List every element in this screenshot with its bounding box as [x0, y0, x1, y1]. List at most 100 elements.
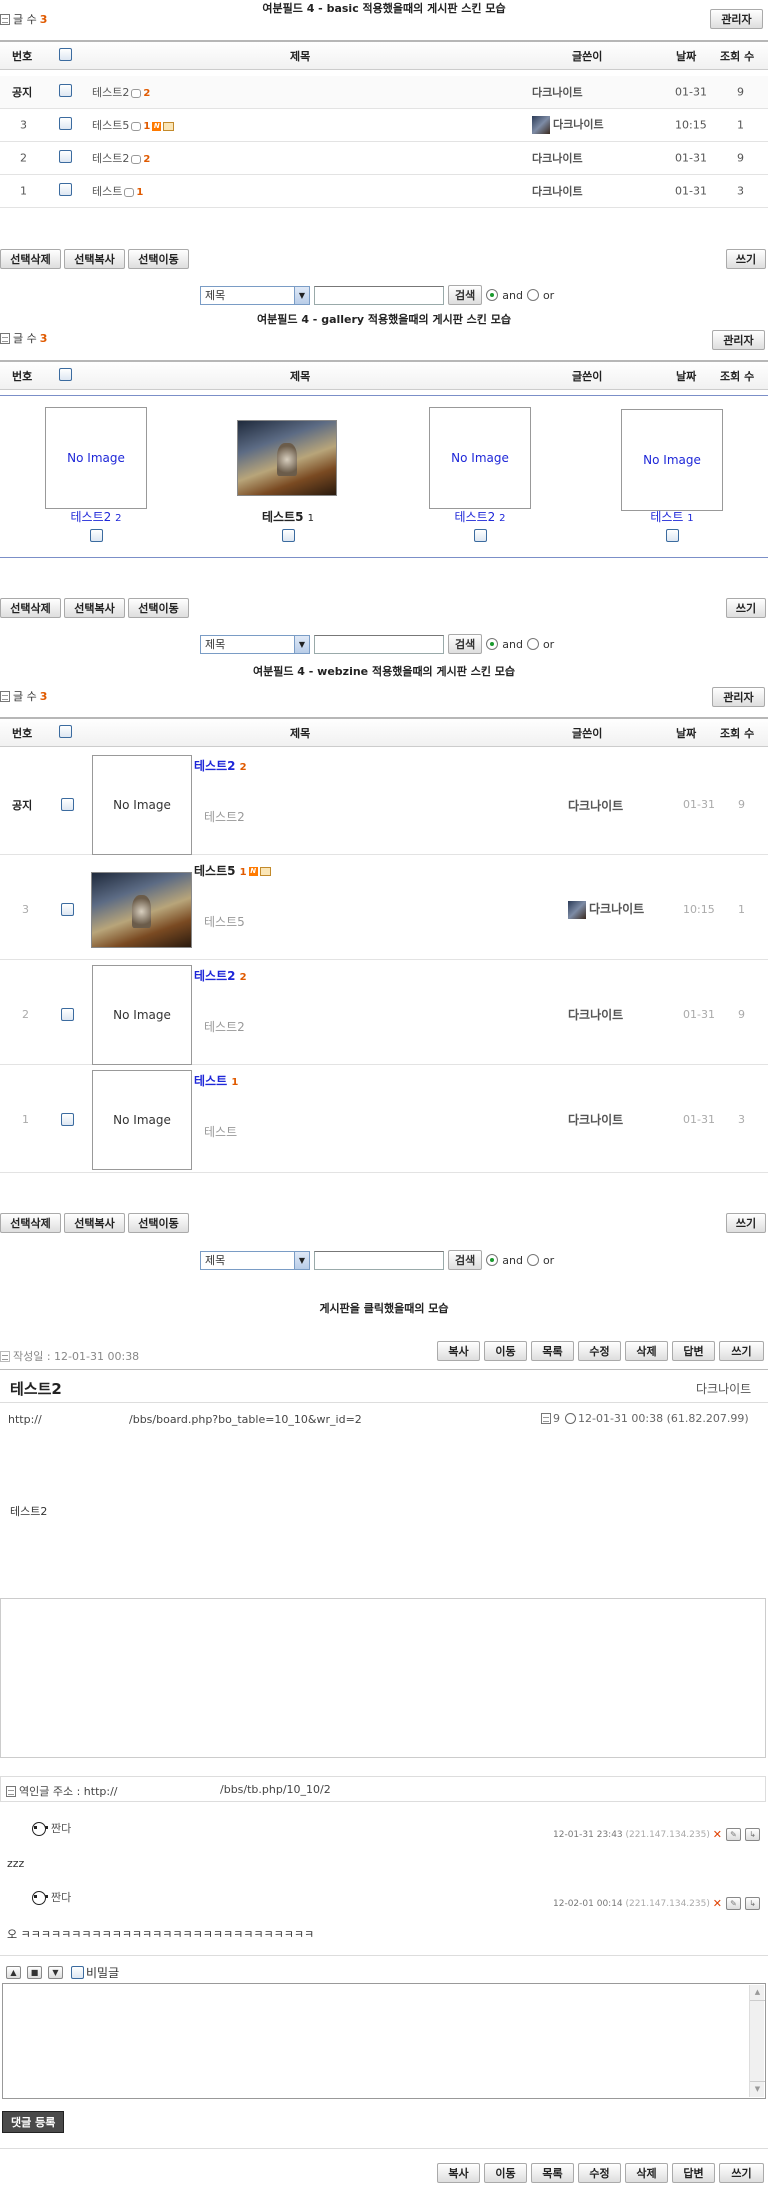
shrink-icon[interactable]: ▲	[6, 1966, 21, 1979]
move-selected-button[interactable]: 선택이동	[128, 598, 189, 618]
delete-selected-button[interactable]: 선택삭제	[0, 249, 61, 269]
search-input[interactable]	[314, 285, 444, 305]
search-button[interactable]: 검색	[448, 634, 483, 654]
post-thumbnail[interactable]: No Image	[92, 1070, 192, 1170]
edit-button[interactable]: 수정	[578, 2163, 621, 2183]
or-radio[interactable]	[526, 1254, 539, 1266]
edit-comment-icon[interactable]: ✎	[725, 1897, 741, 1910]
copy-selected-button[interactable]: 선택복사	[64, 249, 125, 269]
writer-name[interactable]: 다크나이트	[532, 183, 583, 199]
search-field-select[interactable]: 제목 ▼	[200, 634, 310, 654]
submit-comment-button[interactable]: 댓글 등록	[2, 2111, 65, 2133]
post-link[interactable]: 테스트5 1N	[194, 862, 271, 879]
row-checkbox[interactable]	[61, 1113, 74, 1129]
post-link-right[interactable]: /bbs/board.php?bo_table=10_10&wr_id=2	[129, 1413, 362, 1426]
list-button[interactable]: 목록	[531, 1341, 574, 1361]
post-link[interactable]: 테스트5 1 N	[92, 117, 175, 133]
and-radio[interactable]	[486, 1254, 499, 1266]
gallery-thumbnail[interactable]: No Image	[45, 407, 147, 509]
or-radio[interactable]	[526, 289, 539, 301]
gallery-thumbnail[interactable]: No Image	[429, 407, 531, 509]
delete-button[interactable]: 삭제	[625, 1341, 668, 1361]
select-all-checkbox[interactable]	[59, 367, 72, 384]
post-link[interactable]: 테스트2 2	[194, 757, 247, 774]
row-checkbox[interactable]	[59, 117, 72, 133]
move-selected-button[interactable]: 선택이동	[128, 1213, 189, 1233]
reply-comment-icon[interactable]: ↳	[744, 1828, 760, 1841]
write-button[interactable]: 쓰기	[719, 1341, 764, 1361]
row-checkbox[interactable]	[59, 84, 72, 100]
reply-button[interactable]: 답변	[672, 2163, 715, 2183]
row-checkbox[interactable]	[61, 903, 74, 919]
post-thumbnail[interactable]: No Image	[92, 965, 192, 1065]
write-button[interactable]: 쓰기	[719, 2163, 764, 2183]
write-button[interactable]: 쓰기	[726, 1213, 766, 1233]
select-all-checkbox[interactable]	[59, 724, 72, 741]
delete-comment-icon[interactable]: ✕	[713, 1828, 722, 1841]
list-button[interactable]: 목록	[531, 2163, 574, 2183]
writer-name[interactable]: 다크나이트	[532, 116, 604, 134]
post-thumbnail[interactable]	[91, 872, 192, 948]
admin-button[interactable]: 관리자	[710, 9, 763, 29]
copy-selected-button[interactable]: 선택복사	[64, 1213, 125, 1233]
row-checkbox[interactable]	[61, 798, 74, 814]
gallery-item-title[interactable]: 테스트5 1	[218, 508, 358, 525]
post-link[interactable]: 테스트2 2	[92, 84, 150, 100]
edit-comment-icon[interactable]: ✎	[725, 1828, 741, 1841]
copy-selected-button[interactable]: 선택복사	[64, 598, 125, 618]
writer-name[interactable]: 다크나이트	[568, 900, 644, 919]
search-field-select[interactable]: 제목 ▼	[200, 1250, 310, 1270]
post-writer[interactable]: 다크나이트	[696, 1380, 751, 1397]
row-checkbox[interactable]	[61, 1008, 74, 1024]
scrollbar[interactable]	[749, 1985, 765, 2097]
move-button[interactable]: 이동	[484, 2163, 527, 2183]
row-checkbox[interactable]	[59, 183, 72, 199]
reset-icon[interactable]: ■	[27, 1966, 42, 1979]
comment-textarea[interactable]	[2, 1983, 766, 2099]
post-link[interactable]: 테스트 1	[92, 183, 143, 199]
expand-icon[interactable]: ▼	[48, 1966, 63, 1979]
post-link[interactable]: 테스트2 2	[194, 967, 247, 984]
move-button[interactable]: 이동	[484, 1341, 527, 1361]
write-button[interactable]: 쓰기	[726, 598, 766, 618]
search-input[interactable]	[314, 634, 444, 654]
writer-name[interactable]: 다크나이트	[568, 1006, 623, 1023]
writer-name[interactable]: 다크나이트	[568, 1111, 623, 1128]
gallery-checkbox[interactable]	[282, 529, 295, 545]
gallery-item-title[interactable]: 테스트2 2	[26, 508, 166, 525]
copy-button[interactable]: 복사	[437, 2163, 480, 2183]
select-all-checkbox[interactable]	[59, 47, 72, 64]
post-thumbnail[interactable]: No Image	[92, 755, 192, 855]
delete-comment-icon[interactable]: ✕	[713, 1897, 722, 1910]
copy-button[interactable]: 복사	[437, 1341, 480, 1361]
search-input[interactable]	[314, 1250, 444, 1270]
post-link-left[interactable]: http://	[8, 1413, 42, 1426]
delete-button[interactable]: 삭제	[625, 2163, 668, 2183]
and-radio[interactable]	[486, 289, 499, 301]
or-radio[interactable]	[526, 638, 539, 650]
gallery-item-title[interactable]: 테스트2 2	[410, 508, 550, 525]
gallery-checkbox[interactable]	[90, 529, 103, 545]
admin-button[interactable]: 관리자	[712, 687, 765, 707]
gallery-checkbox[interactable]	[666, 529, 679, 545]
edit-button[interactable]: 수정	[578, 1341, 621, 1361]
move-selected-button[interactable]: 선택이동	[128, 249, 189, 269]
writer-name[interactable]: 다크나이트	[532, 84, 583, 100]
writer-name[interactable]: 다크나이트	[532, 150, 583, 166]
delete-selected-button[interactable]: 선택삭제	[0, 1213, 61, 1233]
post-link[interactable]: 테스트 1	[194, 1072, 238, 1089]
search-button[interactable]: 검색	[448, 285, 483, 305]
admin-button[interactable]: 관리자	[712, 330, 765, 350]
write-button[interactable]: 쓰기	[726, 249, 766, 269]
gallery-thumbnail[interactable]: No Image	[621, 409, 723, 511]
writer-name[interactable]: 다크나이트	[568, 797, 623, 814]
post-link[interactable]: 테스트2 2	[92, 150, 150, 166]
secret-checkbox[interactable]	[71, 1966, 84, 1979]
delete-selected-button[interactable]: 선택삭제	[0, 598, 61, 618]
reply-comment-icon[interactable]: ↳	[744, 1897, 760, 1910]
gallery-item-title[interactable]: 테스트 1	[602, 508, 742, 525]
gallery-checkbox[interactable]	[474, 529, 487, 545]
trackback-path[interactable]: /bbs/tb.php/10_10/2	[220, 1783, 331, 1796]
row-checkbox[interactable]	[59, 150, 72, 166]
gallery-thumbnail[interactable]	[237, 420, 337, 496]
